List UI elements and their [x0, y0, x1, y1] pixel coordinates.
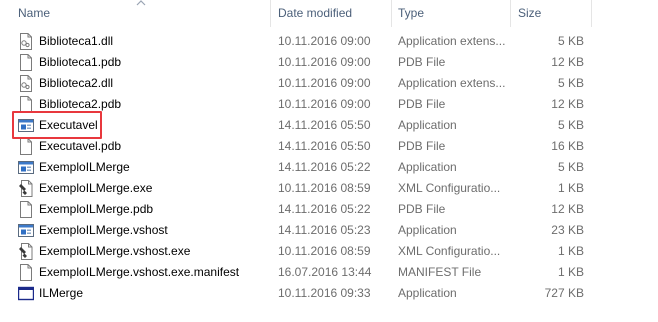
file-row[interactable]: ExemploILMerge.pdb 14.11.2016 05:22 PDB … [0, 199, 600, 220]
file-type: XML Configuratio... [398, 244, 501, 258]
file-date: 14.11.2016 05:22 [278, 160, 371, 174]
file-name: ExemploILMerge.exe [39, 181, 153, 195]
column-header-type[interactable]: Type [398, 0, 424, 27]
file-type: MANIFEST File [398, 265, 482, 279]
file-size: 12 KB [551, 97, 584, 111]
file-name: ExemploILMerge.vshost.exe [39, 244, 191, 258]
file-row[interactable]: ILMerge 10.11.2016 09:33 Application 727… [0, 283, 600, 304]
column-header: Name Date modified Type Size [0, 0, 658, 27]
file-date: 14.11.2016 05:50 [278, 139, 371, 153]
file-row[interactable]: ExemploILMerge.vshost.exe 10.11.2016 08:… [0, 241, 600, 262]
file-row[interactable]: ExemploILMerge.exe 10.11.2016 08:59 XML … [0, 178, 600, 199]
file-row[interactable]: ExemploILMerge.vshost 14.11.2016 05:23 A… [0, 220, 600, 241]
file-type: Application [398, 160, 457, 174]
file-size: 16 KB [551, 139, 584, 153]
file-size: 5 KB [557, 160, 584, 174]
file-date: 14.11.2016 05:50 [278, 118, 371, 132]
blank-file-icon [20, 264, 32, 281]
file-date: 14.11.2016 05:23 [278, 223, 371, 237]
file-name: ExemploILMerge.vshost [39, 223, 168, 237]
blank-file-icon [20, 138, 32, 155]
file-size: 5 KB [557, 76, 584, 90]
application-icon [18, 161, 34, 174]
file-type: Application [398, 118, 457, 132]
column-divider[interactable] [270, 0, 271, 27]
file-type: PDB File [398, 55, 446, 69]
file-name: Biblioteca1.pdb [39, 55, 122, 69]
file-name: Biblioteca2.dll [39, 76, 114, 90]
file-name: ExemploILMerge.vshost.exe.manifest [39, 265, 240, 279]
file-name: Biblioteca1.dll [39, 34, 114, 48]
highlight-annotation-box [12, 111, 102, 139]
application-icon [18, 224, 34, 237]
file-date: 10.11.2016 09:33 [278, 286, 371, 300]
file-date: 10.11.2016 09:00 [278, 76, 371, 90]
config-file-icon [19, 243, 33, 260]
file-type: Application [398, 286, 457, 300]
file-row[interactable]: Biblioteca1.dll 10.11.2016 09:00 Applica… [0, 31, 600, 52]
file-size: 12 KB [551, 55, 584, 69]
sort-ascending-icon[interactable] [136, 0, 146, 6]
file-type: PDB File [398, 202, 446, 216]
file-type: Application [398, 223, 457, 237]
file-row[interactable]: Biblioteca1.pdb 10.11.2016 09:00 PDB Fil… [0, 52, 600, 73]
file-row[interactable]: Executavel.pdb 14.11.2016 05:50 PDB File… [0, 136, 600, 157]
file-size: 1 KB [557, 244, 584, 258]
file-name: ExemploILMerge [39, 160, 130, 174]
file-name: Executavel.pdb [39, 139, 122, 153]
file-type: PDB File [398, 97, 446, 111]
file-row[interactable]: ExemploILMerge.vshost.exe.manifest 16.07… [0, 262, 600, 283]
file-size: 1 KB [557, 265, 584, 279]
file-date: 16.07.2016 13:44 [278, 265, 372, 279]
file-type: Application extens... [398, 34, 506, 48]
blank-file-icon [20, 201, 32, 218]
file-size: 23 KB [551, 223, 584, 237]
column-header-size[interactable]: Size [518, 0, 541, 27]
column-header-date[interactable]: Date modified [278, 0, 352, 27]
file-row[interactable]: ExemploILMerge 14.11.2016 05:22 Applicat… [0, 157, 600, 178]
dll-file-icon [20, 33, 32, 50]
file-size: 727 KB [544, 286, 584, 300]
dll-file-icon [20, 75, 32, 92]
file-row[interactable]: Biblioteca2.dll 10.11.2016 09:00 Applica… [0, 73, 600, 94]
file-date: 10.11.2016 08:59 [278, 181, 371, 195]
file-type: PDB File [398, 139, 446, 153]
file-type: Application extens... [398, 76, 506, 90]
column-header-name[interactable]: Name [18, 0, 50, 27]
file-size: 1 KB [557, 181, 584, 195]
column-divider[interactable] [591, 0, 592, 27]
file-type: XML Configuratio... [398, 181, 501, 195]
file-name: ExemploILMerge.pdb [39, 202, 154, 216]
file-date: 10.11.2016 09:00 [278, 34, 371, 48]
file-size: 12 KB [551, 202, 584, 216]
ilmerge-application-icon [18, 286, 34, 301]
file-name: ILMerge [39, 286, 84, 300]
file-size: 5 KB [557, 34, 584, 48]
file-date: 10.11.2016 09:00 [278, 55, 371, 69]
file-date: 10.11.2016 08:59 [278, 244, 371, 258]
file-date: 14.11.2016 05:22 [278, 202, 371, 216]
column-divider[interactable] [510, 0, 511, 27]
config-file-icon [19, 180, 33, 197]
file-date: 10.11.2016 09:00 [278, 97, 371, 111]
file-size: 5 KB [557, 118, 584, 132]
column-divider[interactable] [391, 0, 392, 27]
blank-file-icon [20, 54, 32, 71]
